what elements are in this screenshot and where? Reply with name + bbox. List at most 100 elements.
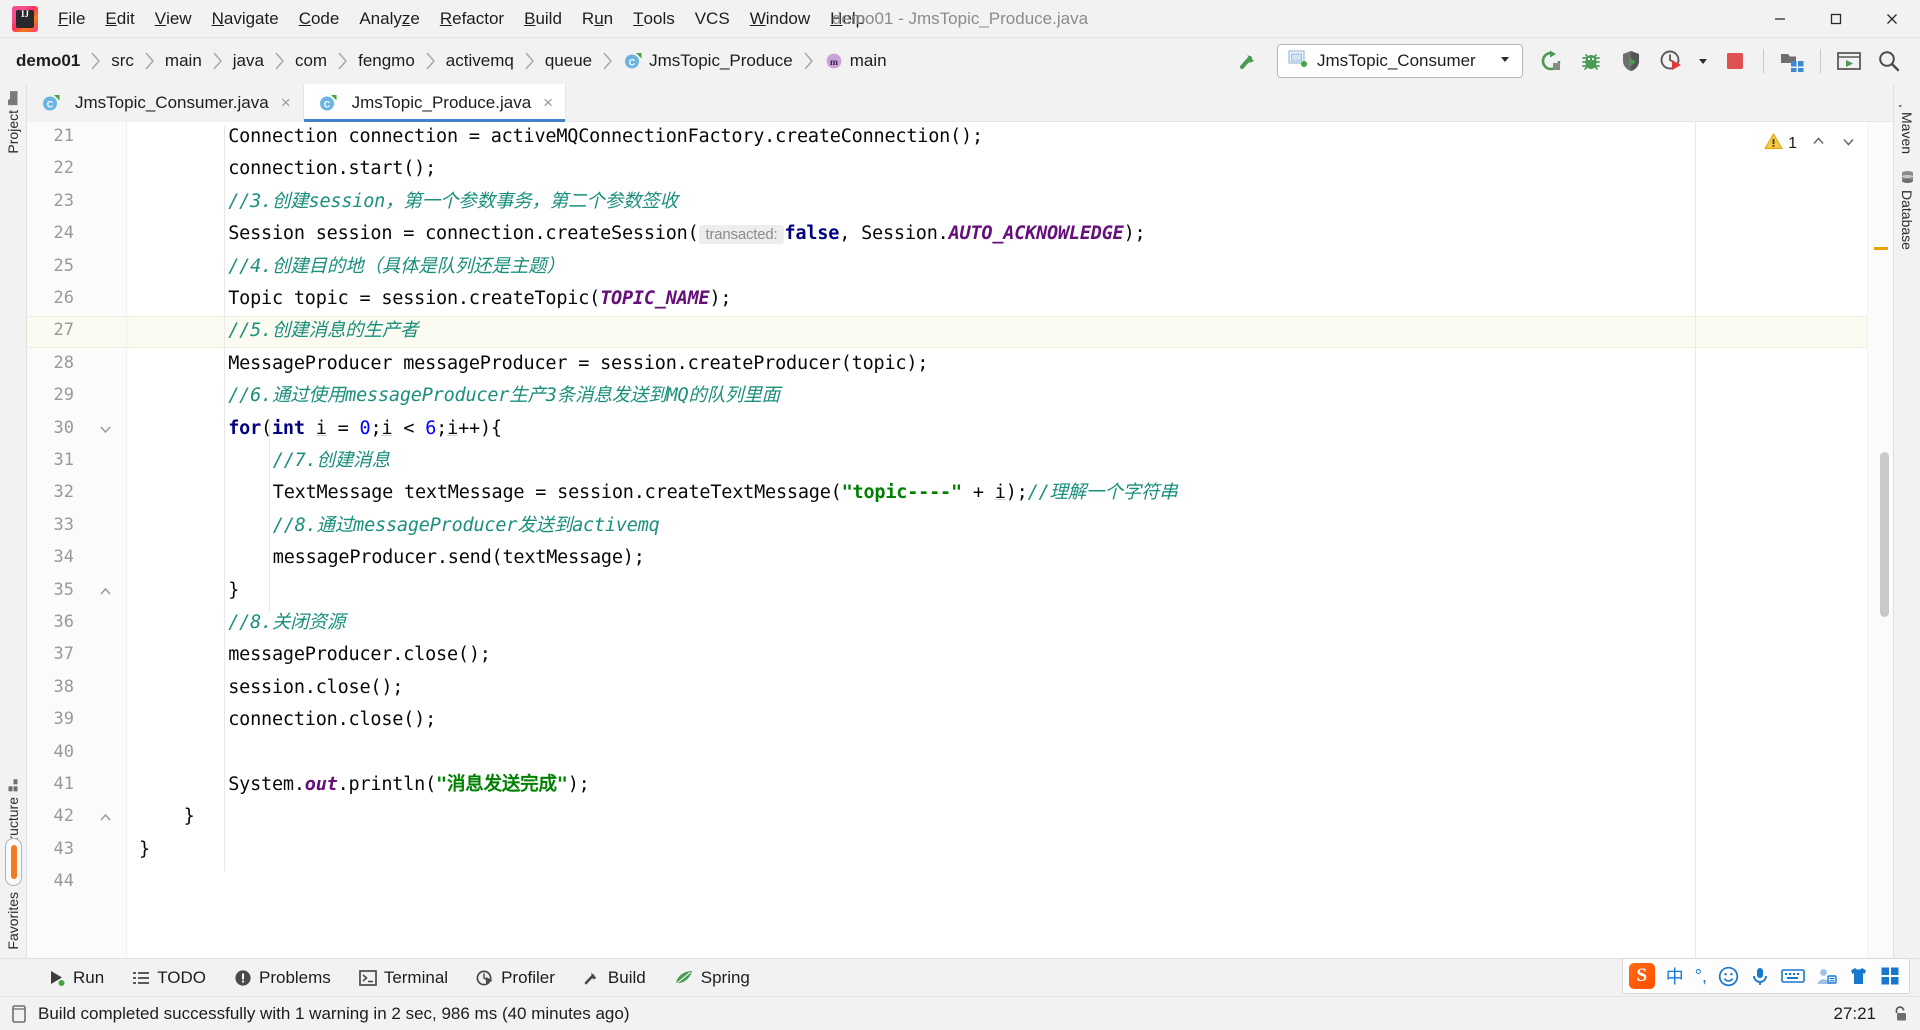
menu-item-vcs[interactable]: VCS xyxy=(685,0,740,37)
code-line[interactable]: messageProducer.send(textMessage); xyxy=(273,547,645,569)
code-line[interactable]: //4.创建目的地（具体是队列还是主题） xyxy=(228,256,565,278)
line-number[interactable]: 44 xyxy=(34,871,74,891)
line-number[interactable]: 41 xyxy=(34,774,74,794)
code-line[interactable]: //8.关闭资源 xyxy=(228,612,345,634)
line-number[interactable]: 28 xyxy=(34,353,74,373)
minimize-button[interactable] xyxy=(1752,0,1808,38)
menu-item-run[interactable]: Run xyxy=(572,0,623,37)
tool-window-button-problems[interactable]: Problems xyxy=(220,963,345,993)
code-line[interactable]: System.out.println("消息发送完成"); xyxy=(228,774,590,796)
menu-item-analyze[interactable]: Analy z e xyxy=(349,0,430,37)
breadcrumb-item-activemq[interactable]: activemq xyxy=(444,47,516,75)
line-number[interactable]: 30 xyxy=(34,418,74,438)
line-number[interactable]: 23 xyxy=(34,191,74,211)
code-line[interactable]: } xyxy=(139,839,150,861)
punctuation-icon[interactable]: °, xyxy=(1695,966,1707,987)
menu-item-window[interactable]: Window xyxy=(740,0,820,37)
stripe-warning-mark[interactable] xyxy=(1874,247,1888,250)
error-stripe[interactable] xyxy=(1867,122,1893,958)
chevron-down-icon[interactable] xyxy=(1498,52,1512,71)
line-number[interactable]: 38 xyxy=(34,677,74,697)
breadcrumb-item-main[interactable]: m main xyxy=(822,47,889,75)
emoji-icon[interactable] xyxy=(1718,966,1739,987)
soft-keyboard-icon[interactable] xyxy=(1781,967,1805,985)
maximize-button[interactable] xyxy=(1808,0,1864,38)
editor-gutter[interactable]: 21 22 23 24 25 26 27 28 29 30 31 32 33 34 35 36 37 38 39 40… xyxy=(27,122,127,958)
debug-icon[interactable] xyxy=(1572,44,1610,78)
breadcrumb-item-src[interactable]: src xyxy=(109,47,136,75)
editor-tab-active-1[interactable]: C JmsTopic_Produce.java × xyxy=(303,84,567,122)
project-structure-icon[interactable] xyxy=(1773,44,1811,78)
skin-icon[interactable] xyxy=(1848,966,1869,986)
line-number[interactable]: 24 xyxy=(34,223,74,243)
code-line[interactable]: connection.close(); xyxy=(228,709,436,731)
menu-item-build[interactable]: Build xyxy=(514,0,572,37)
status-message[interactable]: Build completed successfully with 1 warn… xyxy=(38,1004,630,1024)
voice-input-icon[interactable] xyxy=(1750,966,1770,987)
code-line[interactable]: } xyxy=(228,580,239,602)
line-number[interactable]: 36 xyxy=(34,612,74,632)
code-line[interactable]: //6.通过使用messageProducer生产3条消息发送到MQ的队列里面 xyxy=(228,385,780,407)
sidebar-item-project[interactable]: Project xyxy=(5,84,21,162)
editor-scrollbar-thumb[interactable] xyxy=(1880,452,1889,617)
close-icon[interactable]: × xyxy=(543,93,553,113)
chevron-up-icon[interactable] xyxy=(1810,133,1827,155)
menu-item-edit[interactable]: Edit xyxy=(95,0,144,37)
line-number[interactable]: 31 xyxy=(34,450,74,470)
line-number[interactable]: 21 xyxy=(34,126,74,146)
line-number[interactable]: 22 xyxy=(34,158,74,178)
breadcrumb-item-java[interactable]: java xyxy=(231,47,266,75)
close-button[interactable] xyxy=(1864,0,1920,38)
line-number[interactable]: 25 xyxy=(34,256,74,276)
inspection-widget[interactable]: 1 xyxy=(1764,132,1857,156)
user-icon[interactable] xyxy=(1816,967,1837,986)
code-editor[interactable]: 21 22 23 24 25 26 27 28 29 30 31 32 33 34 35 36 37 38 39 40… xyxy=(27,122,1893,958)
breadcrumb-item-jmstopic_produce[interactable]: C JmsTopic_Produce xyxy=(621,47,795,75)
coverage-icon[interactable] xyxy=(1612,44,1650,78)
code-line[interactable]: MessageProducer messageProducer = sessio… xyxy=(228,353,928,375)
unlock-icon[interactable] xyxy=(1890,1004,1910,1024)
line-number[interactable]: 43 xyxy=(34,839,74,859)
clock-widget[interactable]: 27:21 xyxy=(1833,1004,1876,1024)
menu-item-code[interactable]: Code xyxy=(289,0,350,37)
code-line[interactable]: //5.创建消息的生产者 xyxy=(228,320,418,342)
code-fold-toggle[interactable] xyxy=(99,423,112,436)
menu-item-file[interactable]: File xyxy=(48,0,95,37)
line-number[interactable]: 42 xyxy=(34,806,74,826)
tool-window-button-terminal[interactable]: Terminal xyxy=(345,963,462,993)
line-number[interactable]: 40 xyxy=(34,742,74,762)
toolbox-icon[interactable] xyxy=(1880,966,1900,986)
line-number[interactable]: 26 xyxy=(34,288,74,308)
sogou-logo-icon[interactable]: S xyxy=(1628,963,1655,989)
breadcrumb-item-queue[interactable]: queue xyxy=(543,47,594,75)
line-number[interactable]: 33 xyxy=(34,515,74,535)
line-number[interactable]: 37 xyxy=(34,644,74,664)
line-number[interactable]: 34 xyxy=(34,547,74,567)
tool-window-button-build[interactable]: Build xyxy=(569,963,660,993)
tool-window-button-todo[interactable]: TODO xyxy=(118,963,220,993)
code-line[interactable]: TextMessage textMessage = session.create… xyxy=(273,482,1178,504)
code-line[interactable]: session.close(); xyxy=(228,677,403,699)
code-line[interactable]: } xyxy=(184,806,195,828)
sidebar-item-database[interactable]: Database xyxy=(1899,162,1915,258)
menu-item-tools[interactable]: Tools xyxy=(623,0,685,37)
sogou-ime-toolbar[interactable]: S 中 °, xyxy=(1621,958,1910,994)
code-line[interactable]: messageProducer.close(); xyxy=(228,644,491,666)
chinese-mode-icon[interactable]: 中 xyxy=(1666,963,1684,989)
breadcrumb-item-demo01[interactable]: demo01 xyxy=(14,47,82,75)
build-icon[interactable] xyxy=(1230,44,1268,78)
code-fold-toggle[interactable] xyxy=(99,811,112,824)
code-line[interactable]: //3.创建session，第一个参数事务，第二个参数签收 xyxy=(228,191,678,213)
tool-window-button-profiler[interactable]: Profiler xyxy=(462,963,569,993)
profiler-dropdown-icon[interactable] xyxy=(1692,44,1714,78)
code-line[interactable]: Topic topic = session.createTopic(TOPIC_… xyxy=(228,288,731,310)
line-number[interactable]: 35 xyxy=(34,580,74,600)
code-line[interactable]: for(int i = 0;i < 6;i++){ xyxy=(228,418,502,440)
line-number[interactable]: 39 xyxy=(34,709,74,729)
code-fold-toggle[interactable] xyxy=(99,585,112,598)
menu-item-navigate[interactable]: Navigate xyxy=(202,0,289,37)
search-everywhere-icon[interactable] xyxy=(1870,44,1908,78)
updates-icon[interactable] xyxy=(1830,44,1868,78)
code-line[interactable]: Connection connection = activeMQConnecti… xyxy=(228,126,983,148)
stop-icon[interactable] xyxy=(1716,44,1754,78)
